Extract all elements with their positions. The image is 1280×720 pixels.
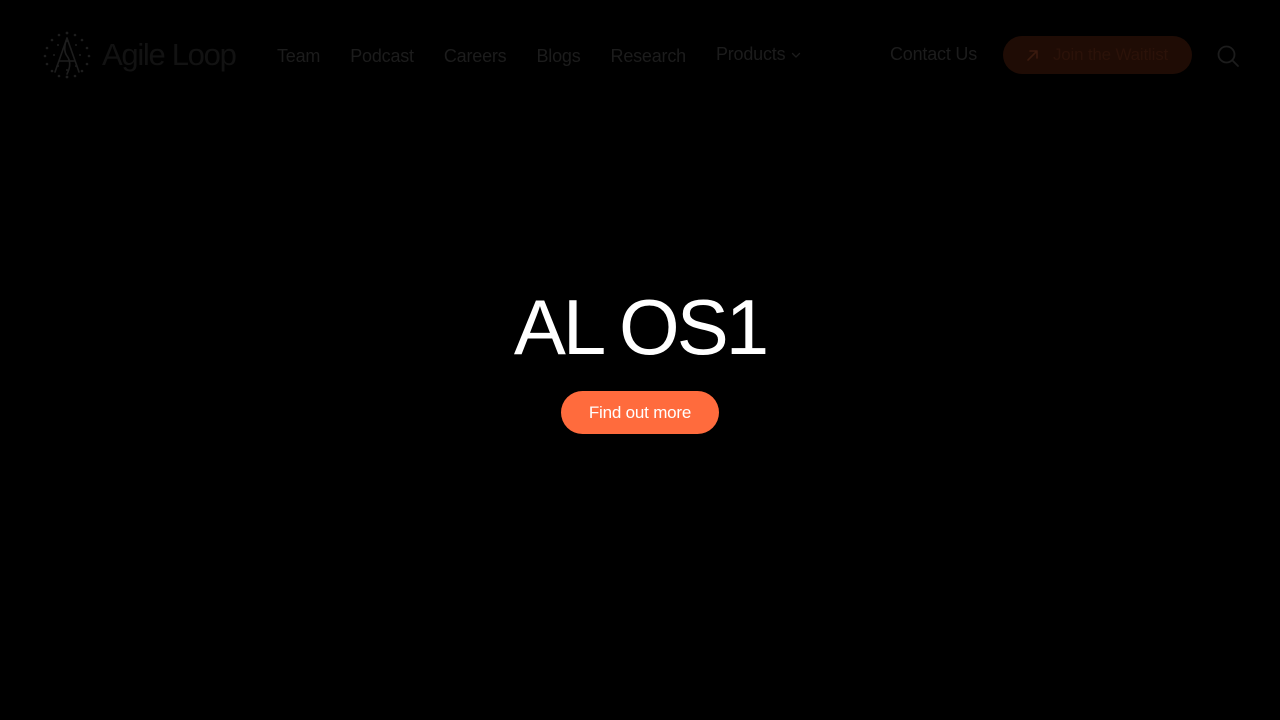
nav-item-team[interactable]: Team [277,46,320,67]
brand-name: Agile Loop [102,36,237,72]
nav-item-research[interactable]: Research [611,46,687,67]
nav-item-blogs[interactable]: Blogs [536,46,580,67]
brand-logo-link[interactable]: Agile Loop [42,30,237,80]
hero-title: AL OS1 [513,283,769,371]
agile-loop-mark-icon [43,31,91,79]
nav-item-podcast[interactable]: Podcast [350,46,414,67]
search-icon [1217,45,1239,67]
site-header: Agile Loop Team Podcast Careers Blogs Re… [0,0,1280,110]
arrow-up-right-icon [1027,49,1038,61]
nav-item-products[interactable]: Products [716,44,801,65]
chevron-down-icon [792,52,801,58]
main-nav: Team Podcast Careers Blogs Research Prod… [277,40,801,72]
nav-products-label: Products [715,44,786,64]
join-waitlist-button[interactable]: Join the Waitlist [1003,36,1192,74]
search-button[interactable] [1214,42,1242,70]
contact-us-link[interactable]: Contact Us [890,44,977,65]
join-waitlist-label: Join the Waitlist [1053,45,1169,64]
find-out-more-button[interactable]: Find out more [561,391,719,434]
nav-item-careers[interactable]: Careers [444,46,507,67]
